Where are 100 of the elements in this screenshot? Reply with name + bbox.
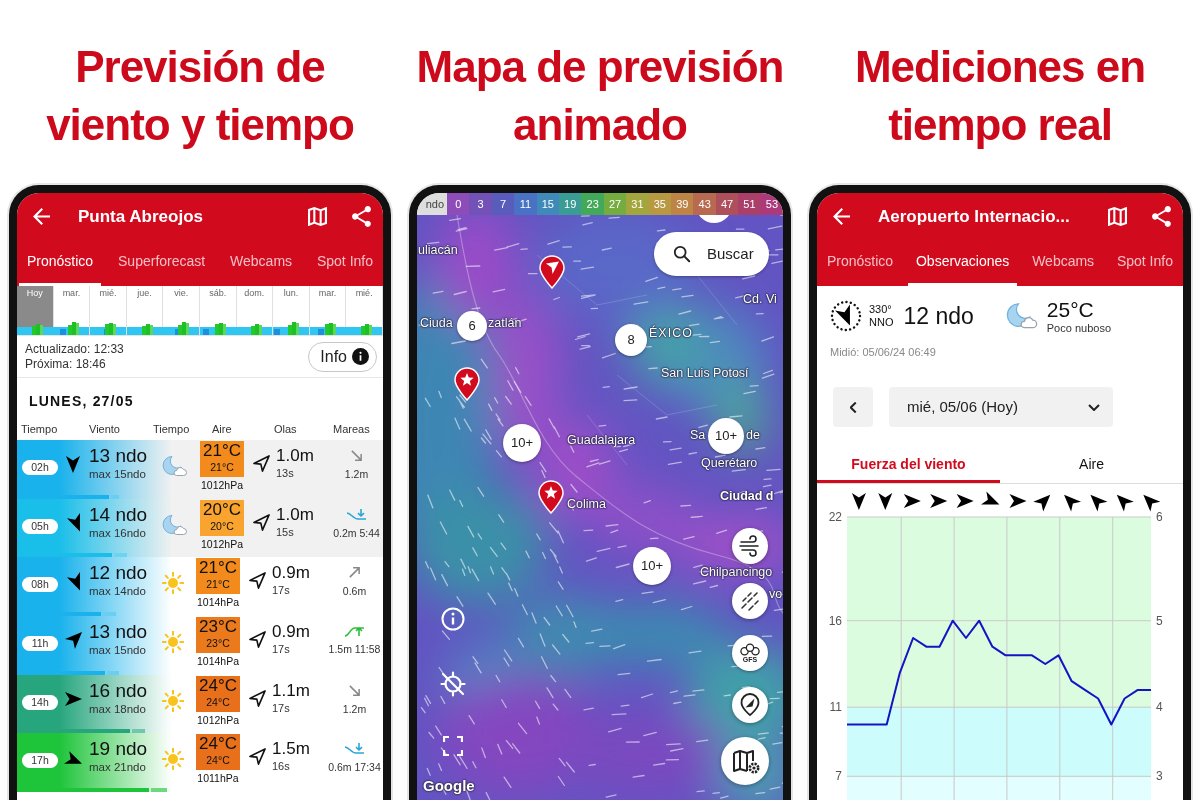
hour-badge: 14h bbox=[22, 694, 58, 710]
wind-speed: 19 ndo bbox=[89, 738, 148, 761]
day-tab[interactable]: mar. bbox=[53, 286, 91, 335]
chart-tab[interactable]: Aire bbox=[1000, 449, 1183, 483]
map-settings-icon[interactable] bbox=[721, 737, 769, 785]
wind-arrow-icon bbox=[851, 493, 866, 510]
dashed-lines-icon[interactable] bbox=[732, 583, 768, 619]
direction-arrow-icon bbox=[249, 748, 266, 766]
info-icon bbox=[352, 348, 369, 365]
chevron-down-icon bbox=[1088, 403, 1100, 411]
map-label: uliacán bbox=[418, 243, 458, 258]
tab[interactable]: Webcams bbox=[1024, 240, 1103, 286]
tab[interactable]: Observaciones bbox=[907, 240, 1018, 286]
info-icon[interactable] bbox=[441, 607, 465, 631]
map-label: Ciuda bbox=[420, 316, 453, 331]
day-tab[interactable]: Hoy bbox=[17, 286, 54, 335]
wind-arrow-icon bbox=[64, 631, 82, 649]
tab[interactable]: Spot Info bbox=[1108, 240, 1181, 286]
share-icon[interactable] bbox=[1152, 206, 1171, 227]
wind-forecast-sparkline bbox=[309, 321, 346, 335]
map-label: Colima bbox=[567, 497, 606, 512]
pressure: 1012hPa bbox=[196, 712, 239, 728]
day-tab[interactable]: mié. bbox=[90, 286, 127, 335]
fullscreen-icon[interactable] bbox=[443, 736, 463, 756]
feels-like-temperature: 21°C bbox=[206, 578, 230, 592]
search-button[interactable]: Buscar bbox=[654, 232, 769, 276]
map-label: Cd. Vi bbox=[743, 292, 777, 307]
back-arrow-icon[interactable] bbox=[833, 208, 850, 225]
wind-gust: max 14ndo bbox=[89, 584, 146, 599]
legend-step: 7 bbox=[491, 193, 515, 215]
tab[interactable]: Webcams bbox=[222, 240, 301, 286]
wind-forecast-sparkline bbox=[346, 321, 383, 335]
wind-arrow-icon bbox=[1033, 494, 1051, 512]
wind-icon[interactable] bbox=[732, 528, 768, 564]
hour-badge: 05h bbox=[22, 518, 58, 534]
legend-step: 11 bbox=[514, 193, 537, 215]
info-button[interactable]: Info bbox=[308, 341, 377, 372]
map-label: Sa bbox=[690, 428, 706, 443]
direction-arrow-icon bbox=[249, 689, 266, 707]
tide-info: 1.2m bbox=[342, 701, 367, 716]
compass-pin-icon[interactable] bbox=[732, 687, 768, 723]
legend-step: 31 bbox=[626, 193, 649, 215]
wind-arrow-icon bbox=[64, 750, 82, 764]
tab[interactable]: Spot Info bbox=[308, 240, 381, 286]
date-dropdown[interactable]: mié, 05/06 (Hoy) bbox=[889, 387, 1113, 427]
moon-cloud-icon bbox=[1006, 302, 1039, 330]
tab[interactable]: Pronóstico bbox=[819, 240, 902, 286]
wave-down-arrow-icon bbox=[344, 742, 365, 756]
column-header: Viento bbox=[89, 421, 121, 437]
legend-step: 43 bbox=[693, 193, 716, 215]
wind-arrow-icon bbox=[878, 493, 893, 510]
map-label: San Luis Potosí bbox=[661, 366, 749, 381]
date-heading: LUNES, 27/05 bbox=[29, 392, 134, 410]
day-tab[interactable]: jue. bbox=[126, 286, 164, 335]
star-pin-icon[interactable] bbox=[454, 367, 480, 401]
wind-arrow-icon bbox=[930, 494, 948, 508]
tide-info: 0.2m 5:44 bbox=[333, 525, 380, 540]
compass-icon bbox=[830, 300, 862, 332]
scale-label: 4 bbox=[1156, 700, 1163, 715]
day-tab[interactable]: mié. bbox=[346, 286, 383, 335]
pressure: 1012hPa bbox=[200, 536, 243, 552]
wind-forecast-sparkline bbox=[17, 321, 53, 335]
back-arrow-icon[interactable] bbox=[33, 208, 50, 225]
share-icon[interactable] bbox=[352, 206, 371, 227]
legend-step: 19 bbox=[559, 193, 582, 215]
direction-arrow-icon bbox=[253, 455, 270, 472]
next-update-time: Próxima: 18:46 bbox=[25, 356, 106, 372]
day-tab[interactable]: dom. bbox=[236, 286, 274, 335]
moon-cloud-icon bbox=[162, 455, 188, 477]
wind-arrow-icon bbox=[1143, 494, 1161, 512]
tab[interactable]: Superforecast bbox=[110, 240, 214, 286]
day-tab[interactable]: sáb. bbox=[199, 286, 237, 335]
wave-period: 17s bbox=[272, 583, 290, 599]
map-label: Ciudad d bbox=[720, 489, 774, 504]
wind-speed: 13 ndo bbox=[89, 445, 148, 467]
map-label: Querétaro bbox=[701, 456, 758, 471]
arrow-pin-icon[interactable] bbox=[539, 255, 565, 289]
hour-badge: 11h bbox=[22, 636, 58, 652]
wind-gust: max 18ndo bbox=[89, 701, 146, 716]
wind-forecast-sparkline bbox=[163, 321, 200, 335]
legend-step: 53 bbox=[760, 193, 783, 215]
wind-gust: max 21ndo bbox=[89, 760, 146, 775]
panel-heading: Previsión de viento y tiempo bbox=[45, 41, 355, 151]
wave-height: 0.9m bbox=[272, 621, 310, 643]
sun-icon bbox=[162, 631, 184, 654]
day-tab[interactable]: lun. bbox=[273, 286, 310, 335]
map-icon[interactable] bbox=[308, 207, 327, 226]
wind-arrow-icon bbox=[903, 494, 921, 508]
wind-forecast-sparkline bbox=[126, 321, 163, 335]
pressure: 1014hPa bbox=[196, 654, 239, 670]
map-icon[interactable] bbox=[1108, 207, 1127, 226]
wave-up-arrow-icon bbox=[344, 625, 365, 638]
wind-speed: 14 ndo bbox=[89, 503, 148, 526]
day-tab[interactable]: vie. bbox=[163, 286, 200, 335]
direction-arrow-icon bbox=[253, 513, 270, 531]
update-time: Actualizado: 12:33 bbox=[25, 341, 124, 357]
hour-badge: 08h bbox=[22, 577, 58, 593]
wave-period: 16s bbox=[272, 759, 290, 775]
star-pin-icon[interactable] bbox=[538, 480, 564, 514]
day-tab[interactable]: mar. bbox=[309, 286, 347, 335]
